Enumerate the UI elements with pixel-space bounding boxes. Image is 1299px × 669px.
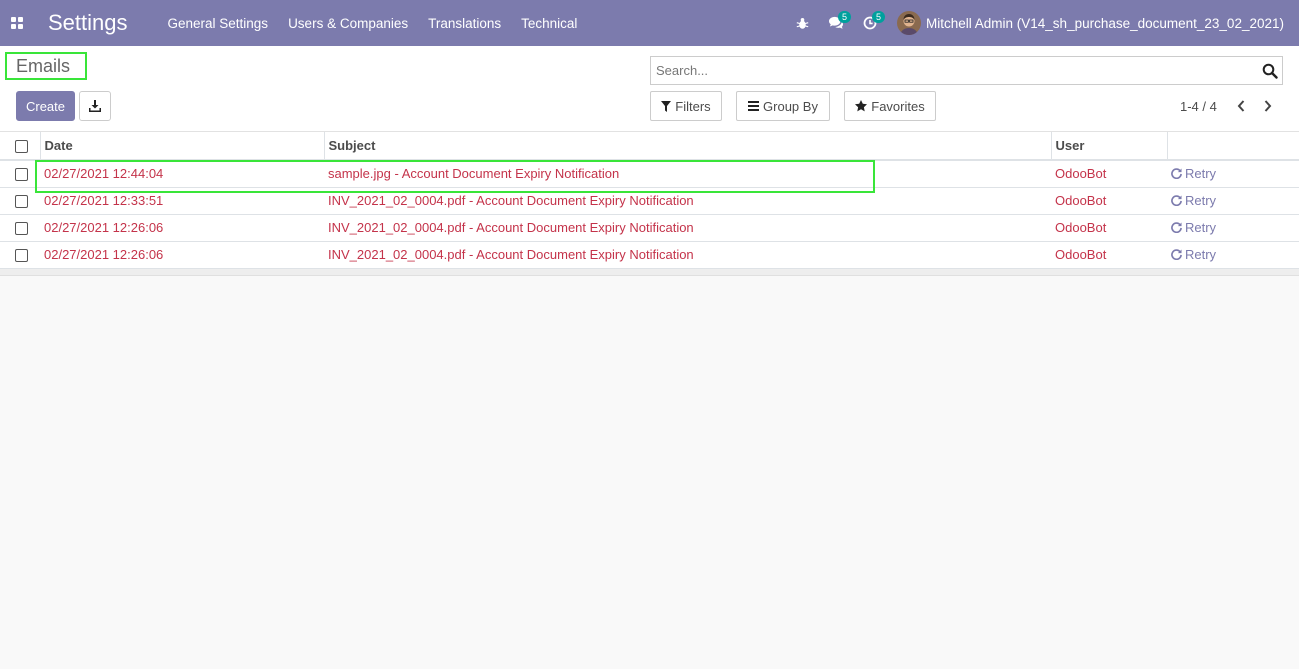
retry-button[interactable]: Retry <box>1171 193 1216 208</box>
column-header-actions <box>1167 132 1299 161</box>
cell-subject[interactable]: sample.jpg - Account Document Expiry Not… <box>324 160 1051 188</box>
select-all-cell <box>0 132 41 161</box>
row-checkbox[interactable] <box>15 222 28 236</box>
refresh-icon <box>1171 221 1182 233</box>
chevron-right-icon <box>1264 100 1272 112</box>
cell-subject[interactable]: INV_2021_02_0004.pdf - Account Document … <box>324 187 1051 215</box>
cell-actions: Retry <box>1167 214 1299 242</box>
column-header-date[interactable]: Date <box>40 132 325 161</box>
debug-button[interactable] <box>785 0 819 46</box>
cell-date[interactable]: 02/27/2021 12:26:06 <box>40 214 324 242</box>
column-header-subject[interactable]: Subject <box>324 132 1052 161</box>
refresh-icon <box>1171 248 1182 260</box>
refresh-icon <box>1171 194 1182 206</box>
breadcrumb: Emails <box>5 52 87 80</box>
cell-date[interactable]: 02/27/2021 12:26:06 <box>40 241 324 269</box>
favorites-button[interactable]: Favorites <box>844 91 936 121</box>
pager-next-button[interactable] <box>1257 95 1279 117</box>
refresh-icon <box>1171 168 1182 179</box>
retry-button[interactable]: Retry <box>1171 247 1216 262</box>
emails-list-table: Date Subject User 02/27/2021 12:44:04 sa… <box>0 132 1299 269</box>
row-select-cell <box>0 241 40 269</box>
table-row[interactable]: 02/27/2021 12:26:06 INV_2021_02_0004.pdf… <box>0 214 1299 242</box>
control-panel: Emails Create Filters Group By Favorit <box>0 46 1299 132</box>
menu-users-companies[interactable]: Users & Companies <box>288 16 408 31</box>
filter-icon <box>661 100 672 112</box>
retry-label: Retry <box>1185 165 1217 181</box>
user-menu[interactable]: Mitchell Admin (V14_sh_purchase_document… <box>887 0 1299 46</box>
retry-button[interactable]: Retry <box>1171 220 1216 235</box>
messages-count-badge: 5 <box>838 11 851 23</box>
messages-button[interactable]: 5 <box>819 0 853 46</box>
systray: 5 5 Mitchell Admin (V14_sh_purchase_docu… <box>785 0 1299 46</box>
chevron-left-icon <box>1237 100 1245 112</box>
user-name: Mitchell Admin (V14_sh_purchase_document… <box>926 15 1284 31</box>
menu-general-settings[interactable]: General Settings <box>168 16 269 31</box>
star-icon <box>855 100 868 112</box>
activities-button[interactable]: 5 <box>853 0 887 46</box>
bars-icon <box>748 101 760 111</box>
cell-date[interactable]: 02/27/2021 12:33:51 <box>40 187 324 215</box>
pager-previous-button[interactable] <box>1230 95 1252 117</box>
select-all-checkbox[interactable] <box>15 140 28 154</box>
search-icon[interactable] <box>1262 63 1278 79</box>
apps-grid-icon[interactable] <box>0 0 34 46</box>
table-header-row: Date Subject User <box>0 132 1299 161</box>
app-title[interactable]: Settings <box>48 10 128 36</box>
download-icon <box>89 100 101 112</box>
table-footer <box>0 269 1299 276</box>
table-row[interactable]: 02/27/2021 12:26:06 INV_2021_02_0004.pdf… <box>0 241 1299 269</box>
group-by-label: Group By <box>763 98 818 114</box>
cell-actions: Retry <box>1167 187 1299 215</box>
cell-user[interactable]: OdooBot <box>1051 187 1167 215</box>
create-button[interactable]: Create <box>16 91 75 121</box>
cell-actions: Retry <box>1167 241 1299 269</box>
cell-date[interactable]: 02/27/2021 12:44:04 <box>40 160 324 188</box>
favorites-label: Favorites <box>871 98 925 114</box>
retry-label: Retry <box>1185 192 1217 208</box>
cell-actions: Retry <box>1167 160 1299 188</box>
cell-user[interactable]: OdooBot <box>1051 214 1167 242</box>
cell-user[interactable]: OdooBot <box>1051 241 1167 269</box>
table-row[interactable]: 02/27/2021 12:33:51 INV_2021_02_0004.pdf… <box>0 187 1299 215</box>
avatar <box>897 11 921 35</box>
cell-user[interactable]: OdooBot <box>1051 160 1167 188</box>
main-navbar: Settings General Settings Users & Compan… <box>0 0 1299 46</box>
row-select-cell <box>0 187 40 215</box>
retry-label: Retry <box>1185 246 1217 262</box>
retry-button[interactable]: Retry <box>1171 166 1216 181</box>
row-checkbox[interactable] <box>15 195 28 209</box>
row-select-cell <box>0 160 40 188</box>
table-row[interactable]: 02/27/2021 12:44:04 sample.jpg - Account… <box>0 160 1299 188</box>
activities-count-badge: 5 <box>872 11 885 23</box>
row-select-cell <box>0 214 40 242</box>
retry-label: Retry <box>1185 219 1217 235</box>
filters-label: Filters <box>675 98 711 114</box>
column-header-user[interactable]: User <box>1051 132 1168 161</box>
cell-subject[interactable]: INV_2021_02_0004.pdf - Account Document … <box>324 214 1051 242</box>
cell-subject[interactable]: INV_2021_02_0004.pdf - Account Document … <box>324 241 1051 269</box>
menu-translations[interactable]: Translations <box>428 16 501 31</box>
menu-technical[interactable]: Technical <box>521 16 577 31</box>
group-by-button[interactable]: Group By <box>736 91 830 121</box>
export-button[interactable] <box>79 91 111 121</box>
row-checkbox[interactable] <box>15 168 28 182</box>
row-checkbox[interactable] <box>15 249 28 263</box>
bug-icon <box>796 17 808 29</box>
search-input[interactable] <box>651 57 1251 84</box>
search-box <box>650 56 1283 85</box>
filters-button[interactable]: Filters <box>650 91 722 121</box>
pager-value[interactable]: 1-4 / 4 <box>1180 99 1217 114</box>
